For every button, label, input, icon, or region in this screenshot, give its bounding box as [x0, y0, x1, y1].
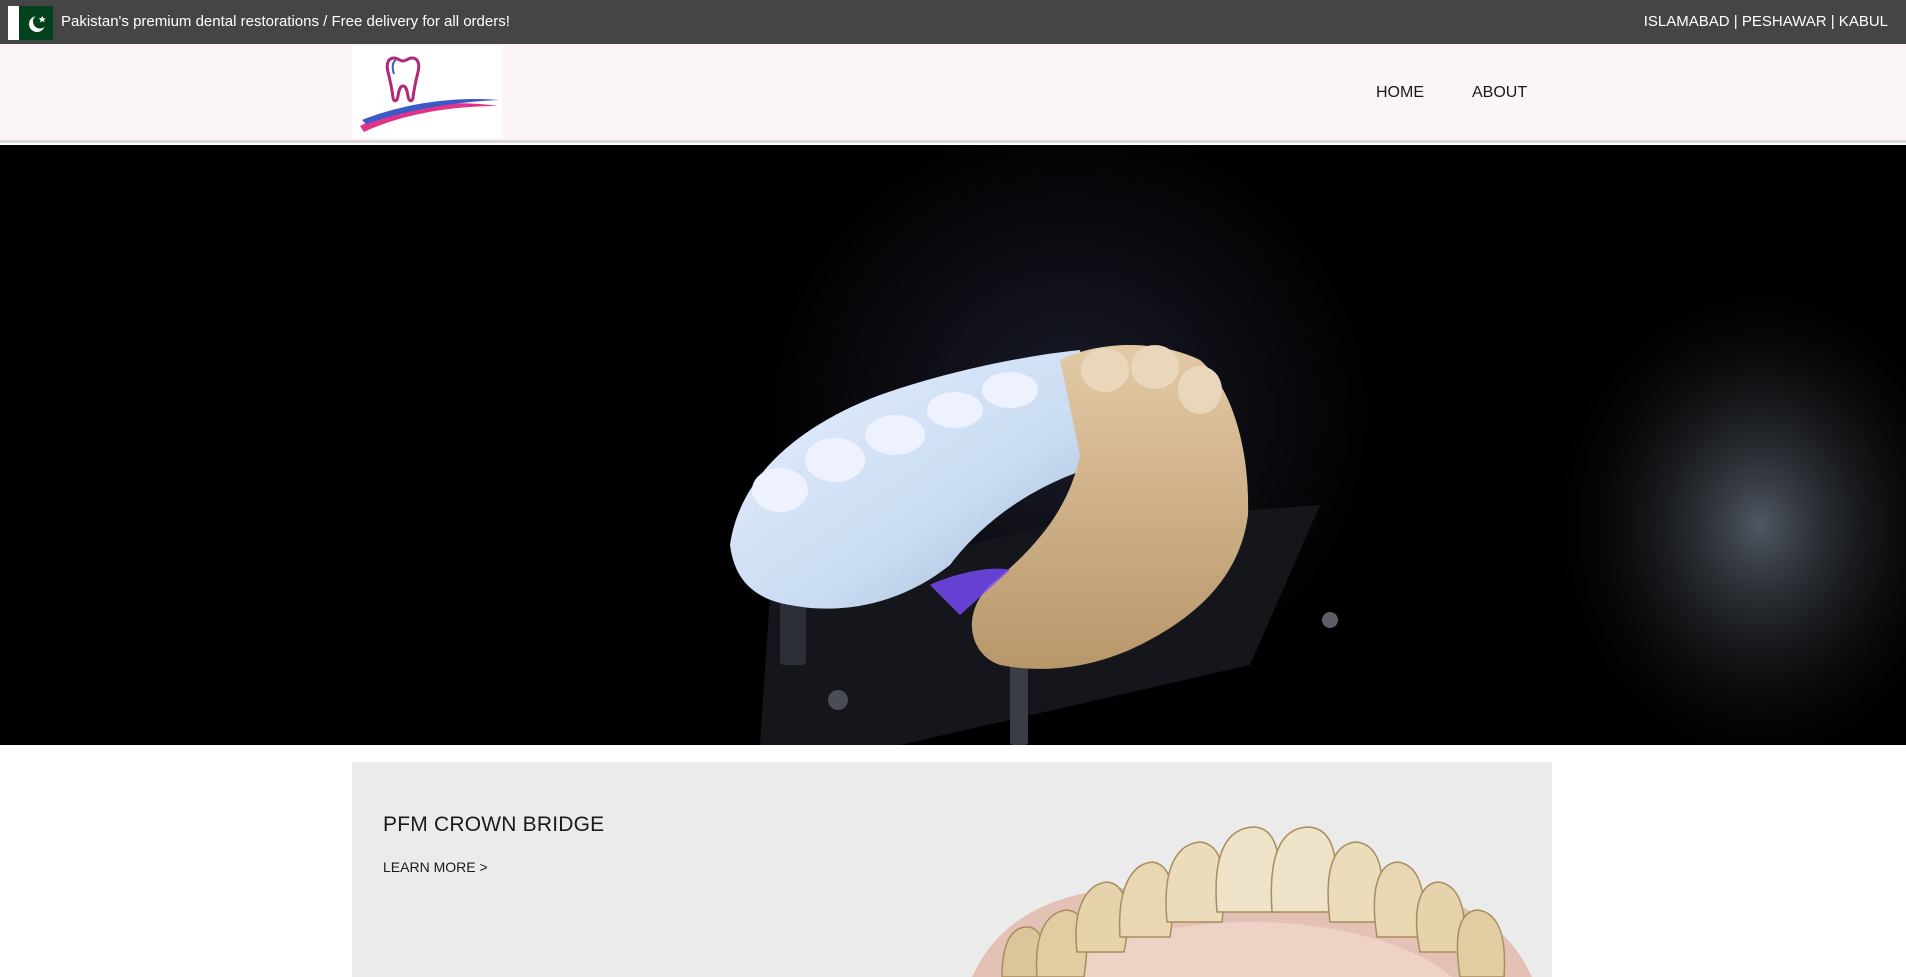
crown-bridge-teeth-photo — [972, 826, 1532, 977]
site-logo[interactable] — [352, 46, 502, 138]
city-list: ISLAMABAD | PESHAWAR | KABUL — [1643, 13, 1888, 30]
announcement-text: Pakistan's premium dental restorations /… — [61, 13, 510, 30]
learn-more-link[interactable]: LEARN MORE > — [383, 859, 488, 875]
product-title: PFM CROWN BRIDGE — [383, 813, 605, 836]
hero-banner — [0, 145, 1906, 745]
product-card-pfm-crown-bridge[interactable]: PFM CROWN BRIDGE LEARN MORE > — [352, 762, 1552, 977]
top-announcement-bar: Pakistan's premium dental restorations /… — [0, 0, 1906, 44]
pakistan-flag-icon — [8, 6, 53, 40]
site-header: HOME ABOUT — [0, 44, 1906, 143]
dental-model-scanner-photo — [0, 145, 1906, 745]
tooth-logo-icon — [360, 56, 500, 132]
nav-about-link[interactable]: ABOUT — [1472, 84, 1527, 102]
nav-home-link[interactable]: HOME — [1376, 84, 1424, 102]
